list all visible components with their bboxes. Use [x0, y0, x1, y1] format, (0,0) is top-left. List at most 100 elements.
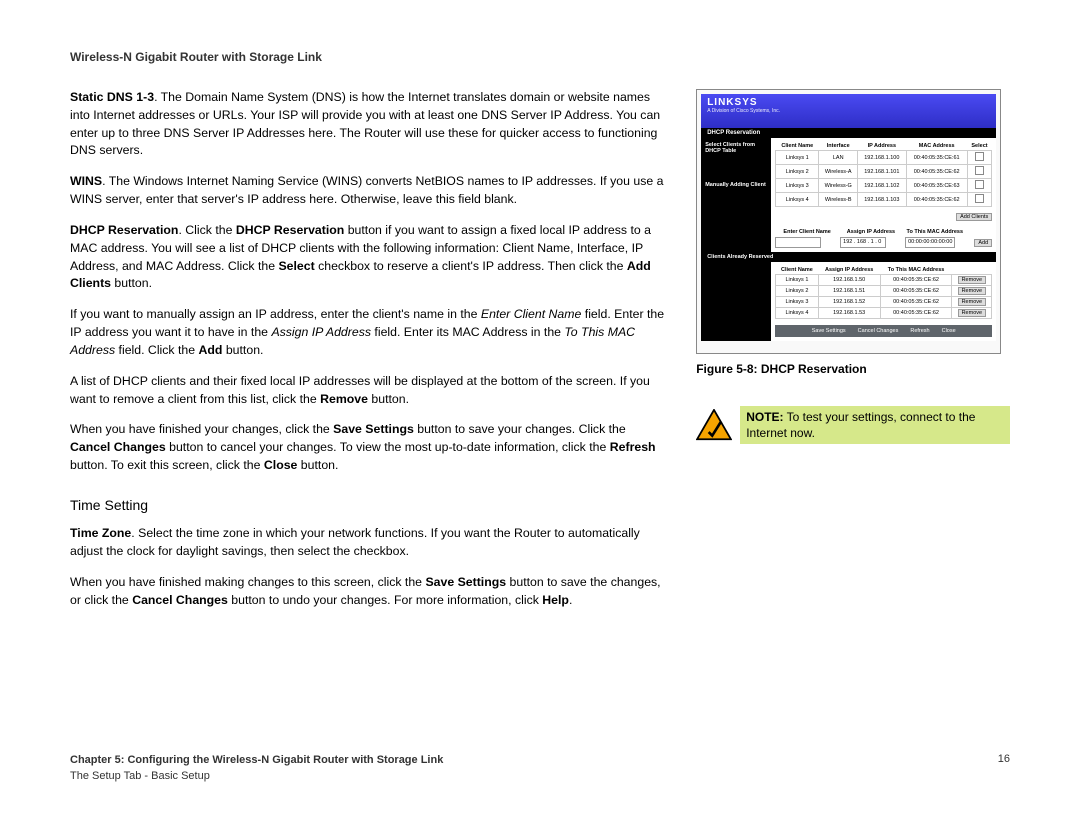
note-box: NOTE: To test your settings, connect to …: [696, 406, 1010, 444]
cell: Linksys 4: [776, 308, 818, 319]
text: .: [569, 593, 572, 607]
text: . The Domain Name System (DNS) is how th…: [70, 90, 660, 157]
cell: Linksys 2: [776, 165, 819, 179]
paragraph-remove: A list of DHCP clients and their fixed l…: [70, 373, 666, 409]
checkbox[interactable]: [967, 193, 991, 207]
cell: LAN: [819, 151, 858, 165]
cell: Linksys 1: [776, 151, 819, 165]
ip-input[interactable]: 192 . 168 . 1 . 0: [840, 237, 886, 248]
text: button.: [111, 276, 152, 290]
remove-button[interactable]: Remove: [958, 309, 986, 317]
label-dhcp-reservation: DHCP Reservation: [70, 223, 178, 237]
text: field. Enter its MAC Address in the: [371, 325, 564, 339]
figure-sidebar: Select Clients from DHCP Table Manually …: [701, 138, 771, 252]
paragraph-time-zone: Time Zone. Select the time zone in which…: [70, 525, 666, 561]
cell: 00:40:05:35:CE:62: [880, 275, 952, 286]
cell: 192.168.1.102: [858, 179, 906, 193]
note-text: NOTE: To test your settings, connect to …: [740, 406, 1010, 444]
figure-column: LINKSYS A Division of Cisco Systems, Inc…: [696, 89, 1010, 804]
client-name-input[interactable]: [775, 237, 821, 248]
label-static-dns: Static DNS 1-3: [70, 90, 154, 104]
h-assign-ip: Assign IP Address: [839, 229, 903, 235]
text: button to cancel your changes. To view t…: [166, 440, 610, 454]
mac-input[interactable]: 00:00:00:00:00:00: [905, 237, 955, 248]
h-mac: To This MAC Address: [903, 229, 967, 235]
cell: 00:40:05:35:CE:61: [906, 151, 967, 165]
reserved-header: Clients Already Reserved: [701, 252, 996, 262]
text: . Select the time zone in which your net…: [70, 526, 640, 558]
note-label: NOTE:: [746, 410, 783, 424]
refresh-button[interactable]: Refresh: [910, 328, 929, 334]
figure-sidebar-empty: [701, 262, 771, 341]
add-clients-button[interactable]: Add Clients: [956, 213, 992, 221]
figure-header: LINKSYS A Division of Cisco Systems, Inc…: [701, 94, 996, 128]
table-row: Linksys 1LAN192.168.1.10000:40:05:35:CE:…: [776, 151, 992, 165]
checkbox[interactable]: [967, 151, 991, 165]
label: Close: [264, 458, 298, 472]
table-row: Linksys 4Wireless-B192.168.1.10300:40:05…: [776, 193, 992, 207]
manual-input-row: 192 . 168 . 1 . 0 00:00:00:00:00:00 Add: [775, 237, 992, 248]
cell: 00:40:05:35:CE:62: [906, 193, 967, 207]
th-mac: MAC Address: [906, 142, 967, 151]
label: Help: [542, 593, 569, 607]
page-number: 16: [998, 753, 1010, 784]
cell: 192.168.1.52: [818, 297, 880, 308]
add-button[interactable]: Add: [974, 239, 992, 247]
dhcp-clients-table: Client Name Interface IP Address MAC Add…: [775, 142, 992, 207]
label: Assign IP Address: [271, 325, 371, 339]
cell: Linksys 1: [776, 275, 818, 286]
save-settings-button[interactable]: Save Settings: [812, 328, 846, 334]
th-client-name: Client Name: [776, 142, 819, 151]
remove-button[interactable]: Remove: [958, 287, 986, 295]
label: Cancel Changes: [132, 593, 228, 607]
text: button to undo your changes. For more in…: [228, 593, 542, 607]
cell: Linksys 2: [776, 286, 818, 297]
text: When you have finished making changes to…: [70, 575, 425, 589]
cell: Linksys 3: [776, 179, 819, 193]
cell: Wireless-G: [819, 179, 858, 193]
close-button[interactable]: Close: [942, 328, 956, 334]
cell: 192.168.1.51: [818, 286, 880, 297]
figure-dhcp-reservation: LINKSYS A Division of Cisco Systems, Inc…: [696, 89, 1001, 354]
remove-button[interactable]: Remove: [958, 276, 986, 284]
page-footer: Chapter 5: Configuring the Wireless-N Gi…: [70, 753, 1010, 784]
cell: 00:40:05:35:CE:63: [906, 179, 967, 193]
text: button.: [297, 458, 338, 472]
remove-button[interactable]: Remove: [958, 298, 986, 306]
th-ip: Assign IP Address: [818, 266, 880, 275]
cell: 00:40:05:35:CE:62: [880, 286, 952, 297]
manual-headers: Enter Client Name Assign IP Address To T…: [775, 229, 992, 235]
checkbox[interactable]: [967, 179, 991, 193]
label: DHCP Reservation: [236, 223, 344, 237]
sidebar-manual-add: Manually Adding Client: [705, 182, 767, 188]
section-time-setting: Time Setting: [70, 495, 666, 515]
sidebar-select-clients: Select Clients from DHCP Table: [705, 142, 767, 154]
figure-section-title: DHCP Reservation: [701, 128, 996, 138]
label: Save Settings: [333, 422, 414, 436]
text: button to save your changes. Click the: [414, 422, 626, 436]
th-interface: Interface: [819, 142, 858, 151]
checkbox[interactable]: [967, 165, 991, 179]
th-select: Select: [967, 142, 991, 151]
label: Select: [278, 259, 314, 273]
button-bar: Save Settings Cancel Changes Refresh Clo…: [775, 325, 992, 337]
cell: 192.168.1.101: [858, 165, 906, 179]
footer-chapter: Chapter 5: Configuring the Wireless-N Gi…: [70, 753, 443, 768]
th-action: [952, 266, 992, 275]
h-enter-client: Enter Client Name: [775, 229, 839, 235]
cell: Linksys 3: [776, 297, 818, 308]
paragraph-save-settings: When you have finished your changes, cli…: [70, 421, 666, 474]
text: button.: [222, 343, 263, 357]
cell: 00:40:05:35:CE:62: [906, 165, 967, 179]
cancel-changes-button[interactable]: Cancel Changes: [858, 328, 899, 334]
brand-logo: LINKSYS: [707, 97, 990, 108]
warning-icon: [696, 409, 732, 441]
table-row: Linksys 2192.168.1.5100:40:05:35:CE:62 Re…: [776, 286, 992, 297]
cell: 192.168.1.50: [818, 275, 880, 286]
cell: 192.168.1.53: [818, 308, 880, 319]
paragraph-wins: WINS. The Windows Internet Naming Servic…: [70, 173, 666, 209]
body-text-column: Static DNS 1-3. The Domain Name System (…: [70, 89, 666, 804]
label: Save Settings: [425, 575, 506, 589]
cell: 192.168.1.100: [858, 151, 906, 165]
cell: 192.168.1.103: [858, 193, 906, 207]
